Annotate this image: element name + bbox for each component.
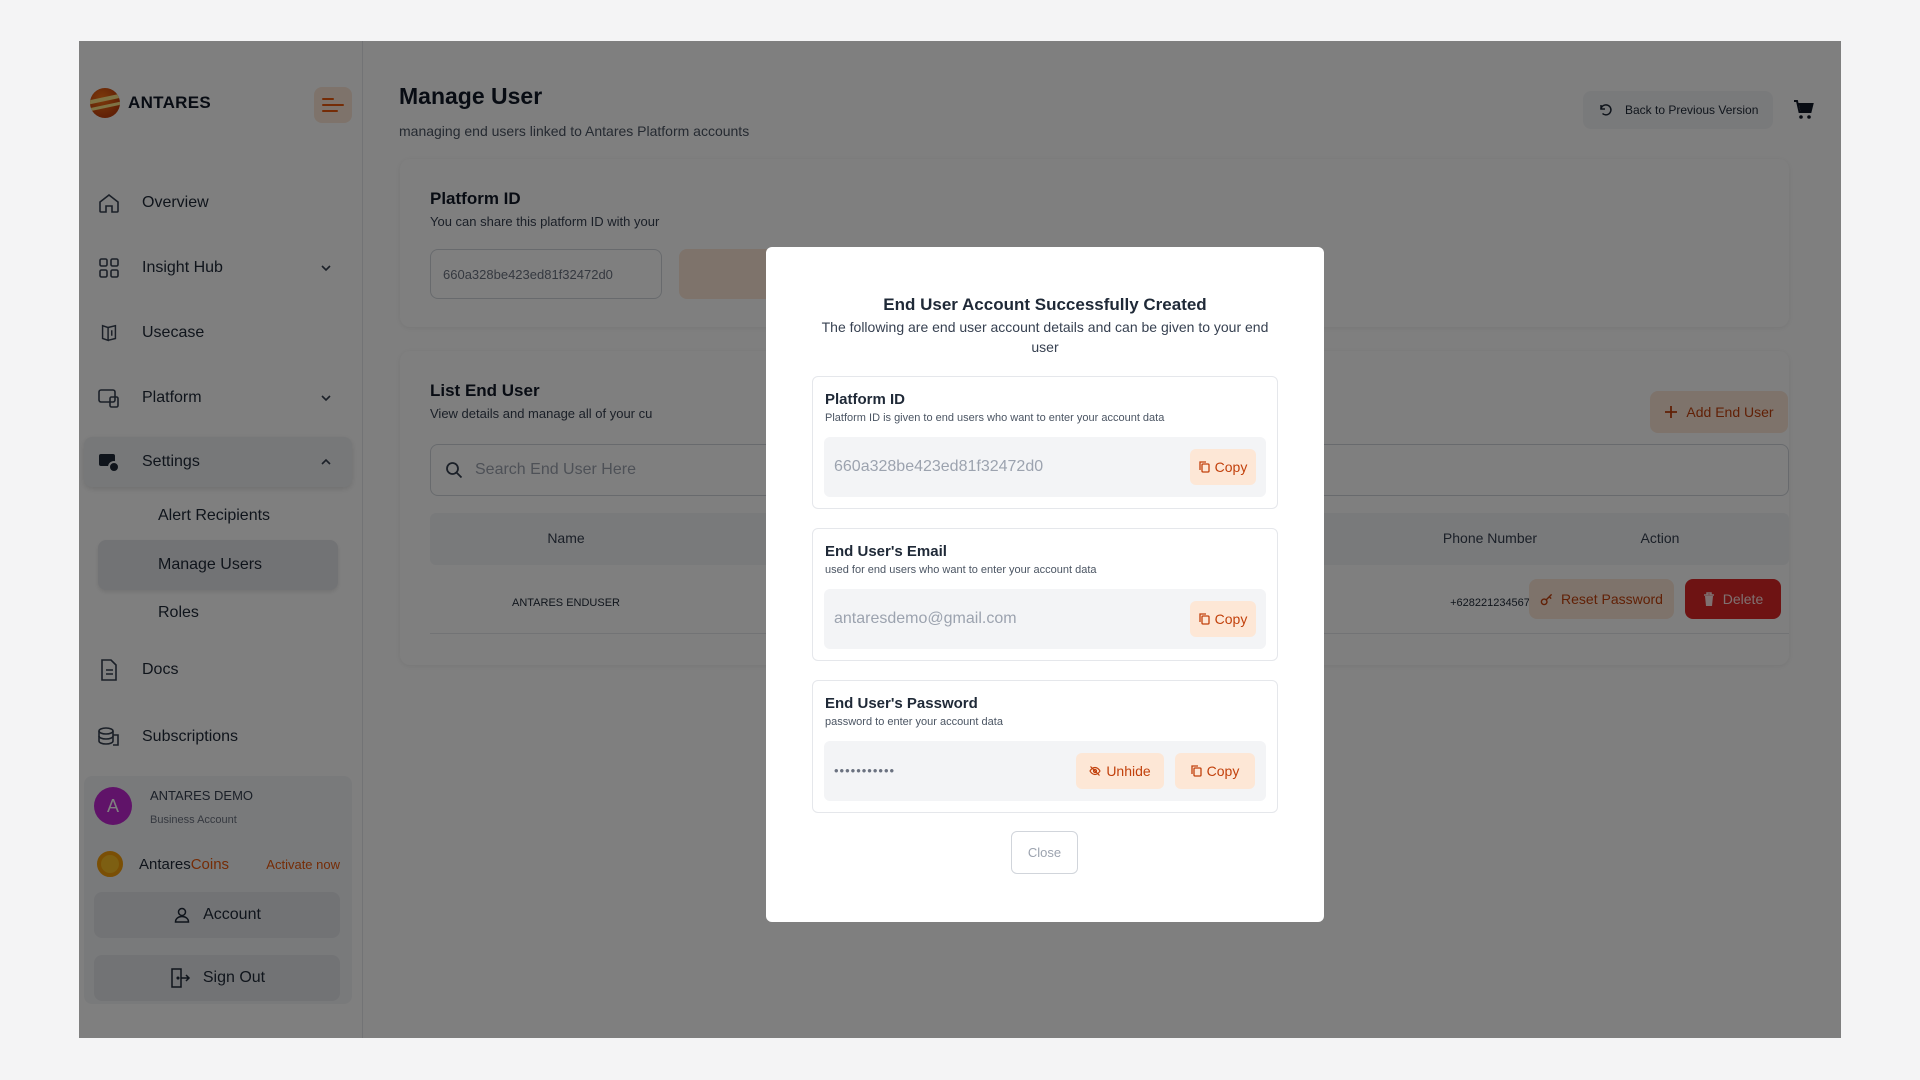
copy-icon	[1199, 461, 1210, 473]
section-title: End User's Password	[825, 695, 978, 712]
copy-label: Copy	[1214, 611, 1248, 627]
password-section: End User's Password password to enter yo…	[812, 680, 1278, 813]
copy-email-button[interactable]: Copy	[1190, 601, 1256, 637]
section-description: used for end users who want to enter you…	[825, 564, 1097, 576]
copy-label: Copy	[1214, 459, 1248, 475]
close-button[interactable]: Close	[1011, 831, 1078, 874]
section-description: Platform ID is given to end users who wa…	[825, 412, 1165, 424]
copy-password-button[interactable]: Copy	[1175, 753, 1255, 789]
platform-id-section: Platform ID Platform ID is given to end …	[812, 376, 1278, 509]
section-title: End User's Email	[825, 543, 947, 560]
platform-id-value: 660a328be423ed81f32472d0	[834, 458, 1044, 475]
modal-subtitle: The following are end user account detai…	[821, 319, 1269, 355]
unhide-label: Unhide	[1106, 763, 1151, 779]
copy-icon	[1199, 613, 1210, 625]
eye-off-icon	[1089, 766, 1102, 776]
password-value-field: ••••••••••• Unhide Copy	[824, 741, 1266, 801]
copy-platform-id-button[interactable]: Copy	[1190, 449, 1256, 485]
copy-icon	[1191, 765, 1202, 777]
platform-id-value-field: 660a328be423ed81f32472d0 Copy	[824, 437, 1266, 497]
email-value: antaresdemo@gmail.com	[834, 610, 1017, 627]
app-window: ANTARES Overview Insight Hub Usecase Pla…	[79, 41, 1841, 1038]
modal-title: End User Account Successfully Created	[883, 295, 1207, 314]
section-title: Platform ID	[825, 391, 906, 408]
unhide-password-button[interactable]: Unhide	[1076, 753, 1164, 789]
copy-label: Copy	[1206, 763, 1240, 779]
email-section: End User's Email used for end users who …	[812, 528, 1278, 661]
email-value-field: antaresdemo@gmail.com Copy	[824, 589, 1266, 649]
section-description: password to enter your account data	[825, 716, 1003, 728]
account-created-modal: End User Account Successfully Created Th…	[766, 247, 1324, 922]
password-value: •••••••••••	[834, 763, 896, 778]
